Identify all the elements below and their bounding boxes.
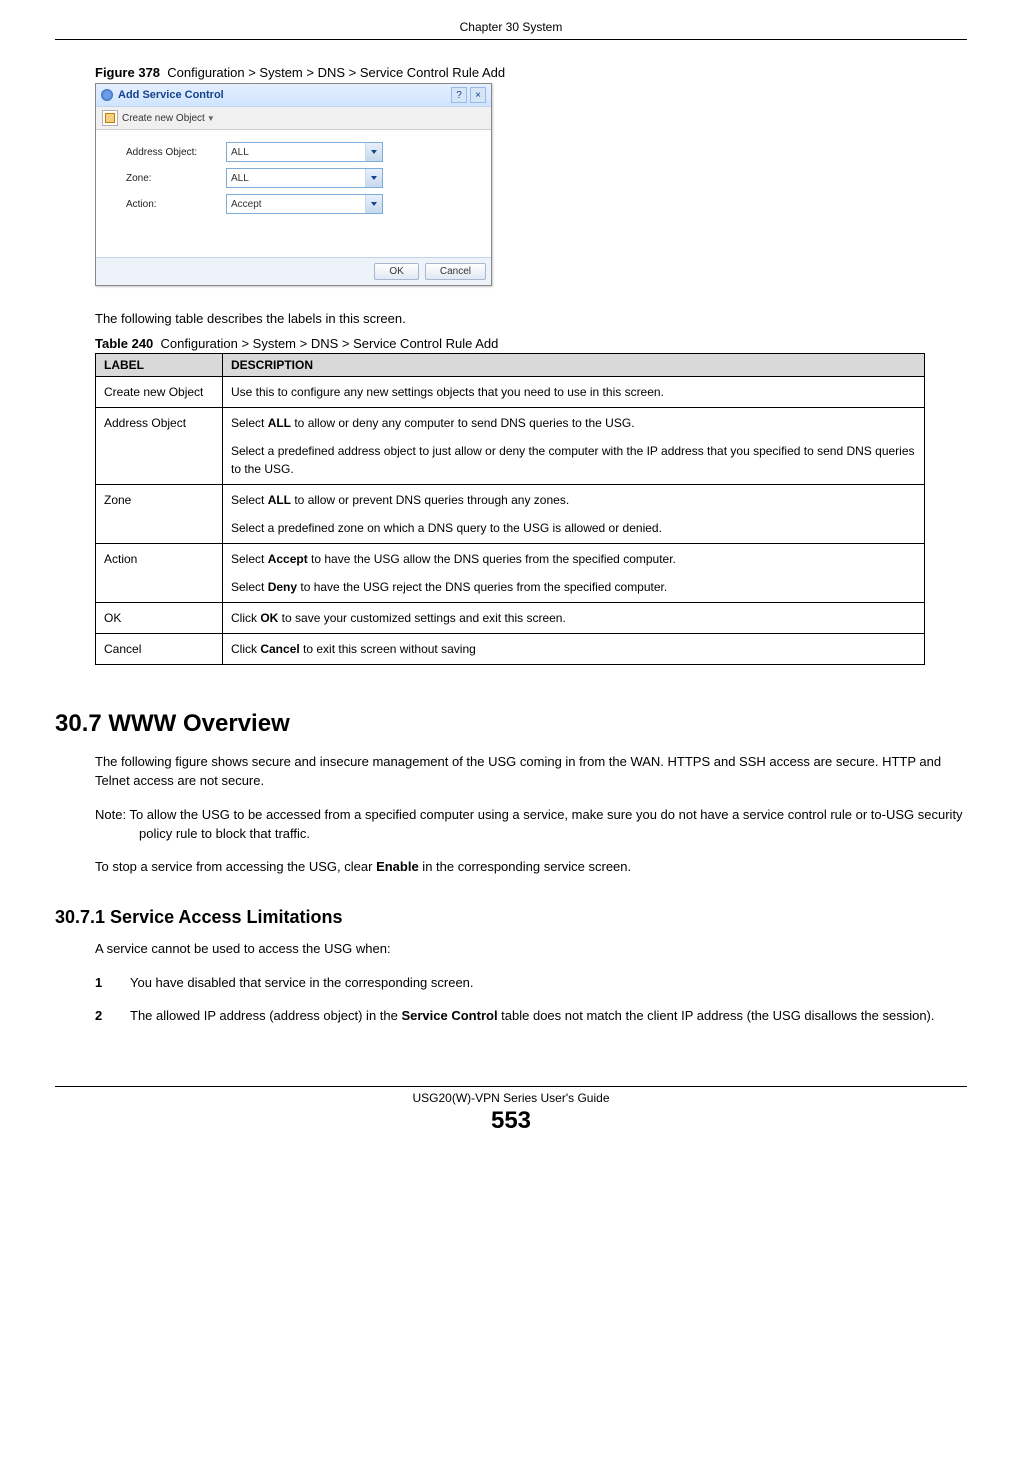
cell-desc: Select ALL to allow or deny any computer… (223, 408, 925, 485)
list-number: 1 (95, 974, 130, 993)
table-row: Action Select Accept to have the USG all… (96, 544, 925, 603)
table-row: OK Click OK to save your customized sett… (96, 603, 925, 634)
section-heading-307: 30.7 WWW Overview (55, 710, 967, 738)
dialog-screenshot: Add Service Control ? × Create new Objec… (95, 83, 492, 286)
note-paragraph: Note: To allow the USG to be accessed fr… (95, 806, 967, 844)
footer-page-number: 553 (55, 1107, 967, 1135)
col-description: DESCRIPTION (223, 354, 925, 377)
list-item: 1 You have disabled that service in the … (95, 974, 967, 993)
chevron-down-icon[interactable] (365, 195, 382, 213)
cell-label: Zone (96, 485, 223, 544)
dialog-body: Address Object: ALL Zone: ALL Action: Ac… (96, 130, 491, 257)
help-icon[interactable]: ? (451, 87, 467, 103)
figure-label: Figure 378 (95, 65, 160, 80)
ok-button[interactable]: OK (374, 263, 418, 280)
col-label: LABEL (96, 354, 223, 377)
chevron-down-icon[interactable] (365, 143, 382, 161)
table-caption: Table 240 Configuration > System > DNS >… (95, 336, 967, 351)
chevron-down-icon[interactable] (365, 169, 382, 187)
table-row: Zone Select ALL to allow or prevent DNS … (96, 485, 925, 544)
close-icon[interactable]: × (470, 87, 486, 103)
action-select[interactable]: Accept (226, 194, 383, 214)
body-paragraph: A service cannot be used to access the U… (95, 940, 967, 959)
top-rule (55, 39, 967, 40)
cell-label: Action (96, 544, 223, 603)
footer-guide: USG20(W)-VPN Series User's Guide (55, 1091, 967, 1105)
cell-desc: Click Cancel to exit this screen without… (223, 634, 925, 665)
table-row: Cancel Click Cancel to exit this screen … (96, 634, 925, 665)
action-label: Action: (126, 199, 226, 210)
figure-caption: Figure 378 Configuration > System > DNS … (95, 65, 967, 80)
dialog-footer: OK Cancel (96, 257, 491, 285)
cell-label: Create new Object (96, 377, 223, 408)
figure-caption-text: Configuration > System > DNS > Service C… (167, 65, 505, 80)
description-table: LABEL DESCRIPTION Create new Object Use … (95, 353, 925, 665)
dialog-title: Add Service Control (118, 89, 224, 101)
create-object-button[interactable]: Create new Object (122, 113, 205, 124)
cell-label: OK (96, 603, 223, 634)
cell-desc: Select ALL to allow or prevent DNS queri… (223, 485, 925, 544)
new-object-icon (102, 110, 118, 126)
table-caption-text: Configuration > System > DNS > Service C… (161, 336, 499, 351)
cell-label: Cancel (96, 634, 223, 665)
bottom-rule (55, 1086, 967, 1087)
intro-paragraph: The following table describes the labels… (95, 311, 967, 326)
cell-label: Address Object (96, 408, 223, 485)
cell-desc: Use this to configure any new settings o… (223, 377, 925, 408)
table-row: Create new Object Use this to configure … (96, 377, 925, 408)
dialog-toolbar: Create new Object ▼ (96, 107, 491, 130)
list-text: You have disabled that service in the co… (130, 974, 967, 993)
list-item: 2 The allowed IP address (address object… (95, 1007, 967, 1026)
table-header-row: LABEL DESCRIPTION (96, 354, 925, 377)
zone-label: Zone: (126, 173, 226, 184)
body-paragraph: The following figure shows secure and in… (95, 753, 967, 791)
table-row: Address Object Select ALL to allow or de… (96, 408, 925, 485)
chapter-header: Chapter 30 System (55, 20, 967, 34)
address-object-label: Address Object: (126, 147, 226, 158)
cell-desc: Select Accept to have the USG allow the … (223, 544, 925, 603)
zone-select[interactable]: ALL (226, 168, 383, 188)
dialog-titlebar: Add Service Control ? × (96, 84, 491, 107)
list-number: 2 (95, 1007, 130, 1026)
address-object-select[interactable]: ALL (226, 142, 383, 162)
list-text: The allowed IP address (address object) … (130, 1007, 967, 1026)
body-paragraph: To stop a service from accessing the USG… (95, 858, 967, 877)
cancel-button[interactable]: Cancel (425, 263, 486, 280)
dropdown-icon[interactable]: ▼ (207, 114, 215, 123)
cell-desc: Click OK to save your customized setting… (223, 603, 925, 634)
table-label: Table 240 (95, 336, 153, 351)
section-heading-3071: 30.7.1 Service Access Limitations (55, 907, 967, 928)
dialog-title-icon (101, 89, 113, 101)
